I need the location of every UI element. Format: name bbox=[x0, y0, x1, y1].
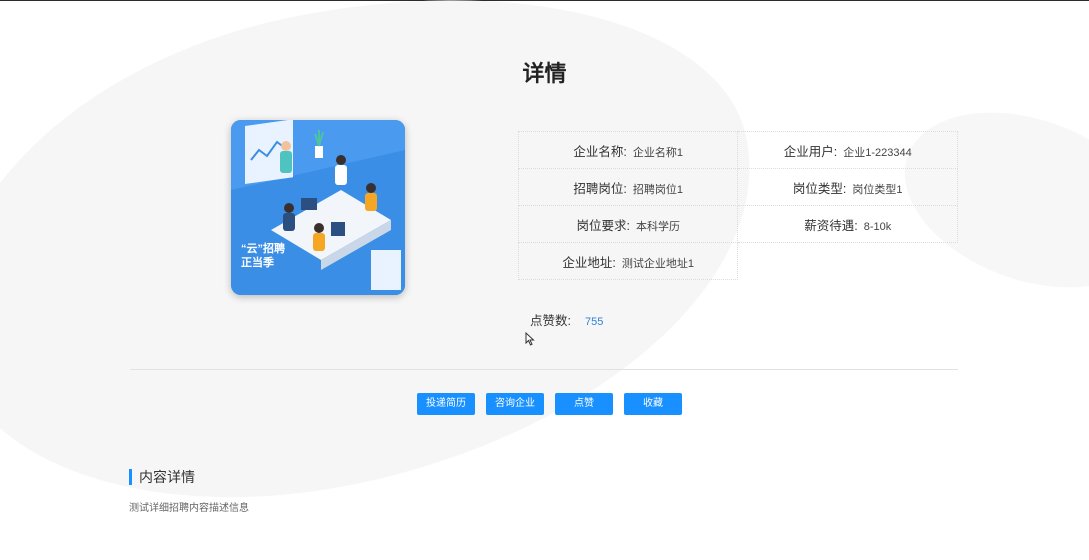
window-top-border bbox=[0, 0, 1089, 1]
table-row: 企业名称: 企业名称1 企业用户: 企业1-223344 bbox=[517, 131, 958, 169]
like-count-value: 755 bbox=[584, 316, 604, 328]
content-text: 测试详细招聘内容描述信息 bbox=[129, 503, 249, 514]
page-title: 详情 bbox=[522, 61, 567, 86]
info-value: 岗位类型1 bbox=[852, 183, 903, 196]
table-row: 企业地址: 测试企业地址1 bbox=[517, 242, 958, 280]
mouse-cursor-icon bbox=[525, 331, 535, 351]
info-label: 企业名称: bbox=[573, 144, 627, 159]
info-label: 薪资待遇: bbox=[804, 218, 858, 233]
info-label: 招聘岗位: bbox=[573, 181, 627, 196]
job-info-table: 企业名称: 企业名称1 企业用户: 企业1-223344 招聘岗位: 招聘岗位1 岗位… bbox=[517, 131, 958, 280]
divider bbox=[130, 369, 958, 370]
info-cell-position: 招聘岗位: 招聘岗位1 bbox=[517, 168, 739, 206]
info-value: 测试企业地址1 bbox=[621, 257, 695, 270]
action-buttons: 投递简历 咨询企业 点赞 收藏 bbox=[417, 393, 693, 415]
info-cell-salary: 薪资待遇: 8-10k bbox=[737, 205, 958, 243]
like-count: 点赞数: 755 bbox=[530, 310, 603, 329]
info-cell-empty bbox=[738, 243, 958, 280]
info-value: 企业1-223344 bbox=[843, 146, 912, 159]
cover-badge-line2: 正当季 bbox=[241, 257, 274, 269]
info-cell-company-name: 企业名称: 企业名称1 bbox=[517, 131, 739, 169]
info-label: 企业用户: bbox=[783, 144, 838, 159]
info-cell-company-user: 企业用户: 企业1-223344 bbox=[737, 131, 958, 169]
submit-resume-button[interactable]: 投递简历 bbox=[417, 393, 475, 415]
info-cell-address: 企业地址: 测试企业地址1 bbox=[517, 242, 739, 280]
content-section-heading: 内容详情 bbox=[129, 469, 195, 485]
table-row: 岗位要求: 本科学历 薪资待遇: 8-10k bbox=[517, 205, 958, 243]
cover-badge-line1: “云”招聘 bbox=[241, 243, 285, 255]
table-row: 招聘岗位: 招聘岗位1 岗位类型: 岗位类型1 bbox=[517, 168, 958, 206]
consult-company-button[interactable]: 咨询企业 bbox=[486, 393, 544, 415]
favorite-button[interactable]: 收藏 bbox=[624, 393, 682, 415]
info-cell-requirement: 岗位要求: 本科学历 bbox=[517, 205, 739, 243]
info-label: 岗位要求: bbox=[576, 218, 630, 233]
info-value: 企业名称1 bbox=[632, 146, 684, 159]
info-label: 岗位类型: bbox=[792, 181, 847, 196]
info-cell-position-type: 岗位类型: 岗位类型1 bbox=[737, 168, 958, 206]
job-cover-image: “云”招聘 正当季 bbox=[231, 120, 405, 295]
info-value: 8-10k bbox=[863, 220, 892, 233]
like-count-label: 点赞数: bbox=[530, 314, 571, 328]
info-value: 本科学历 bbox=[635, 220, 680, 233]
info-value: 招聘岗位1 bbox=[632, 183, 684, 196]
like-button[interactable]: 点赞 bbox=[555, 393, 613, 415]
info-label: 企业地址: bbox=[562, 255, 616, 270]
